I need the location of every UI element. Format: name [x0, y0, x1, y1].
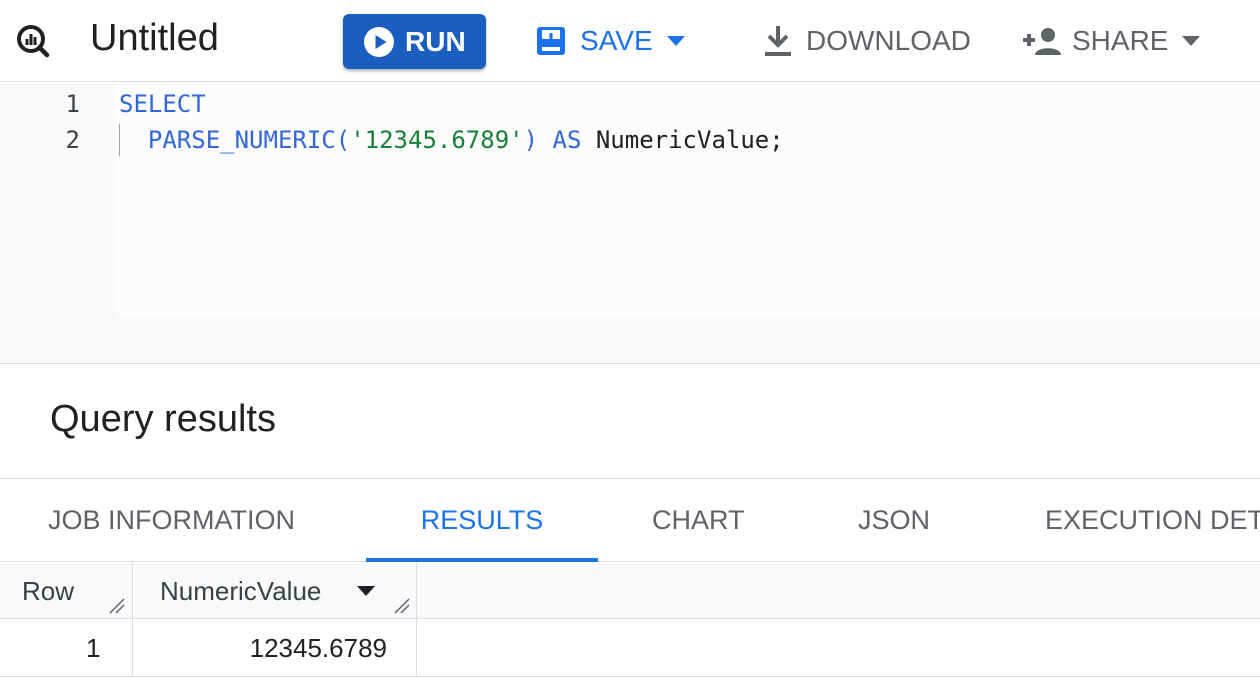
string-literal: '12345.6789': [350, 126, 524, 154]
function-name: PARSE_NUMERIC(: [147, 126, 351, 154]
column-alias: NumericValue;: [595, 126, 784, 154]
column-header-numericvalue[interactable]: NumericValue: [160, 563, 321, 619]
sql-editor[interactable]: 1 2 SELECT PARSE_NUMERIC('12345.6789') A…: [0, 83, 1260, 364]
tab-job-information[interactable]: JOB INFORMATION: [48, 479, 295, 562]
share-label: SHARE: [1072, 25, 1169, 56]
tab-execution-details[interactable]: EXECUTION DET: [1045, 479, 1260, 562]
column-divider: [416, 563, 417, 677]
table-header-row: Row NumericValue: [0, 563, 1260, 619]
keyword-select: SELECT: [119, 90, 206, 118]
chevron-down-icon[interactable]: [666, 36, 685, 46]
sort-caret-icon[interactable]: [357, 586, 375, 596]
column-header-row: Row: [22, 575, 75, 606]
row-number-cell: 1: [86, 633, 101, 663]
line-number: 2: [65, 126, 80, 154]
close-paren: ): [523, 126, 539, 154]
download-label: DOWNLOAD: [806, 25, 971, 56]
save-button[interactable]: SAVE: [534, 18, 685, 64]
code-line-1[interactable]: SELECT: [119, 86, 206, 122]
toolbar: Untitled RUN SAVE DOWNLOAD SHARE: [0, 0, 1260, 82]
line-number: 1: [65, 90, 80, 118]
run-label: RUN: [405, 25, 466, 57]
play-icon: [364, 26, 394, 57]
table-row: 1 12345.6789: [0, 620, 1260, 677]
results-tabs: JOB INFORMATION RESULTS CHART JSON EXECU…: [0, 478, 1260, 562]
query-magnifier-icon: [17, 25, 50, 58]
resize-handle-icon[interactable]: [108, 597, 126, 615]
code-area[interactable]: [116, 83, 1260, 317]
download-button[interactable]: DOWNLOAD: [762, 18, 971, 64]
active-tab-indicator: [366, 558, 598, 562]
query-results-title: Query results: [50, 398, 276, 440]
column-divider: [132, 563, 133, 677]
chevron-down-icon[interactable]: [1182, 36, 1201, 46]
query-title[interactable]: Untitled: [90, 16, 219, 60]
code-line-2[interactable]: PARSE_NUMERIC('12345.6789') AS NumericVa…: [119, 122, 784, 158]
add-person-icon: [1023, 28, 1061, 55]
numericvalue-cell[interactable]: 12345.6789: [133, 620, 387, 677]
share-button[interactable]: SHARE: [1022, 18, 1201, 64]
save-icon: [537, 27, 565, 55]
save-label: SAVE: [580, 25, 653, 56]
keyword-as: AS: [552, 126, 582, 154]
tab-chart[interactable]: CHART: [652, 479, 745, 562]
run-button[interactable]: RUN: [343, 14, 486, 69]
tab-json[interactable]: JSON: [858, 479, 930, 562]
resize-handle-icon[interactable]: [393, 597, 411, 615]
tab-results[interactable]: RESULTS: [366, 479, 598, 562]
results-table: Row NumericValue 1 12345.6789: [0, 563, 1260, 696]
download-icon: [765, 26, 791, 56]
